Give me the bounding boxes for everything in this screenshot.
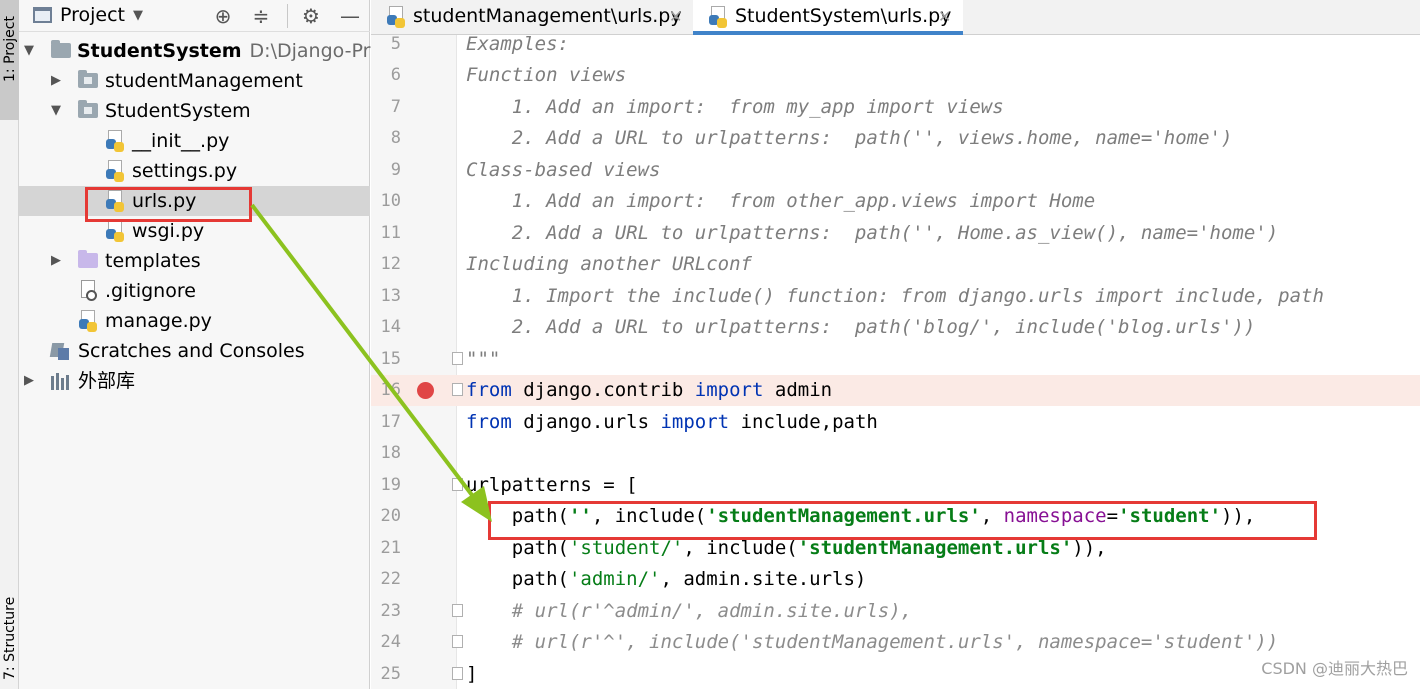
locate-target-icon[interactable]: ⊕ bbox=[210, 3, 236, 29]
code-editor[interactable]: 5 Examples: 6 Function views 7 1. Add an i… bbox=[371, 33, 1420, 689]
tree-item-label: templates bbox=[105, 250, 201, 272]
code-line: 12 Including another URLconf bbox=[380, 253, 752, 275]
code-line: 19 urlpatterns = [ bbox=[380, 474, 638, 496]
fold-marker-icon[interactable] bbox=[452, 383, 463, 396]
templates-folder-icon bbox=[78, 250, 98, 268]
tree-item-templates[interactable]: ▶ templates bbox=[19, 246, 370, 276]
ignored-file-icon bbox=[79, 280, 99, 302]
tree-item-label: 外部库 bbox=[78, 370, 136, 392]
scratches-icon bbox=[49, 341, 71, 361]
fold-marker-icon[interactable] bbox=[452, 478, 463, 491]
tree-item-label: StudentSystem bbox=[105, 100, 251, 122]
package-folder-icon bbox=[78, 100, 98, 118]
code-line: 11 2. Add a URL to urlpatterns: path('',… bbox=[380, 222, 1279, 244]
python-file-icon bbox=[79, 310, 99, 332]
python-file-icon bbox=[387, 6, 407, 28]
tree-item-label: manage.py bbox=[105, 310, 212, 332]
code-line: 23 # url(r'^admin/', admin.site.urls), bbox=[380, 600, 913, 622]
project-view-selector[interactable]: Project ▼ bbox=[33, 4, 143, 26]
fold-marker-icon[interactable] bbox=[452, 352, 463, 365]
highlight-box-include-line bbox=[488, 501, 1317, 540]
python-file-icon bbox=[106, 220, 126, 242]
collapsed-arrow-icon: ▶ bbox=[51, 73, 61, 88]
tool-window-strip: 1: Project 7: Structure bbox=[0, 0, 19, 689]
tree-item-studentsystem[interactable]: ▼ StudentSystem bbox=[19, 96, 370, 126]
project-window-icon bbox=[33, 7, 52, 23]
code-line: 24 # url(r'^', include('studentManagemen… bbox=[380, 631, 1279, 653]
code-line-breakpoint: 16 from django.contrib import admin bbox=[371, 375, 1420, 406]
fold-marker-icon[interactable] bbox=[452, 604, 463, 617]
tree-item-manage[interactable]: manage.py bbox=[19, 306, 370, 336]
breakpoint-icon[interactable] bbox=[417, 382, 434, 399]
project-tool-tab[interactable]: 1: Project bbox=[0, 0, 19, 120]
tree-item-init[interactable]: __init__.py bbox=[19, 126, 370, 156]
code-line: 6 Function views bbox=[390, 64, 627, 86]
code-line: 7 1. Add an import: from my_app import v… bbox=[390, 96, 1004, 118]
tree-item-label: Scratches and Consoles bbox=[78, 340, 305, 362]
tree-item-settings[interactable]: settings.py bbox=[19, 156, 370, 186]
python-file-icon bbox=[106, 130, 126, 152]
gear-icon[interactable]: ⚙ bbox=[298, 3, 324, 29]
tree-item-gitignore[interactable]: .gitignore bbox=[19, 276, 370, 306]
code-line: 5 Examples: bbox=[390, 33, 569, 55]
minimize-icon[interactable]: — bbox=[337, 3, 363, 29]
code-line: 18 bbox=[380, 443, 401, 463]
structure-tool-tab[interactable]: 7: Structure bbox=[0, 597, 19, 689]
header-divider bbox=[287, 4, 288, 28]
fold-marker-icon[interactable] bbox=[452, 635, 463, 648]
code-line: 10 1. Add an import: from other_app.view… bbox=[380, 190, 1096, 212]
code-line: 8 2. Add a URL to urlpatterns: path('', … bbox=[390, 127, 1233, 149]
tree-item-scratches[interactable]: Scratches and Consoles bbox=[19, 336, 370, 366]
expanded-arrow-icon: ▼ bbox=[51, 103, 61, 118]
collapse-all-icon[interactable]: ≑ bbox=[248, 3, 274, 29]
tree-item-studentmanagement[interactable]: ▶ studentManagement bbox=[19, 66, 370, 96]
collapsed-arrow-icon: ▶ bbox=[51, 253, 61, 268]
tree-item-external-libraries[interactable]: ▶ 外部库 bbox=[19, 366, 370, 396]
tree-item-label: settings.py bbox=[132, 160, 238, 182]
package-folder-icon bbox=[78, 70, 98, 88]
project-panel-header: Project ▼ ⊕ ≑ ⚙ — bbox=[19, 0, 370, 32]
tree-item-label: __init__.py bbox=[132, 130, 230, 152]
code-line: 13 1. Import the include() function: fro… bbox=[380, 285, 1324, 307]
fold-marker-icon[interactable] bbox=[452, 667, 463, 680]
tree-item-root[interactable]: ▼ StudentSystem D:\Django-Projec bbox=[19, 36, 409, 66]
python-file-icon bbox=[106, 160, 126, 182]
tree-item-label: studentManagement bbox=[105, 70, 303, 92]
root-name: StudentSystem bbox=[77, 40, 242, 62]
code-line: 15 """ bbox=[380, 348, 501, 370]
collapsed-arrow-icon: ▶ bbox=[24, 373, 34, 388]
project-panel: Project ▼ ⊕ ≑ ⚙ — ▼ StudentSystem D:\Djan… bbox=[19, 0, 409, 689]
expanded-arrow-icon: ▼ bbox=[24, 43, 34, 58]
chevron-down-icon: ▼ bbox=[133, 7, 144, 23]
folder-icon bbox=[51, 40, 71, 58]
library-icon bbox=[51, 373, 71, 390]
code-line: 22 path('admin/', admin.site.urls) bbox=[380, 568, 867, 590]
code-line: 17 from django.urls import include,path bbox=[380, 411, 878, 433]
code-line: 14 2. Add a URL to urlpatterns: path('bl… bbox=[380, 316, 1256, 338]
python-file-icon bbox=[709, 6, 729, 28]
highlight-box-urls-file bbox=[85, 187, 252, 222]
code-line: 9 Class-based views bbox=[390, 159, 661, 181]
watermark: CSDN @迪丽大热巴 bbox=[1261, 659, 1408, 678]
tree-item-label: .gitignore bbox=[105, 280, 196, 302]
